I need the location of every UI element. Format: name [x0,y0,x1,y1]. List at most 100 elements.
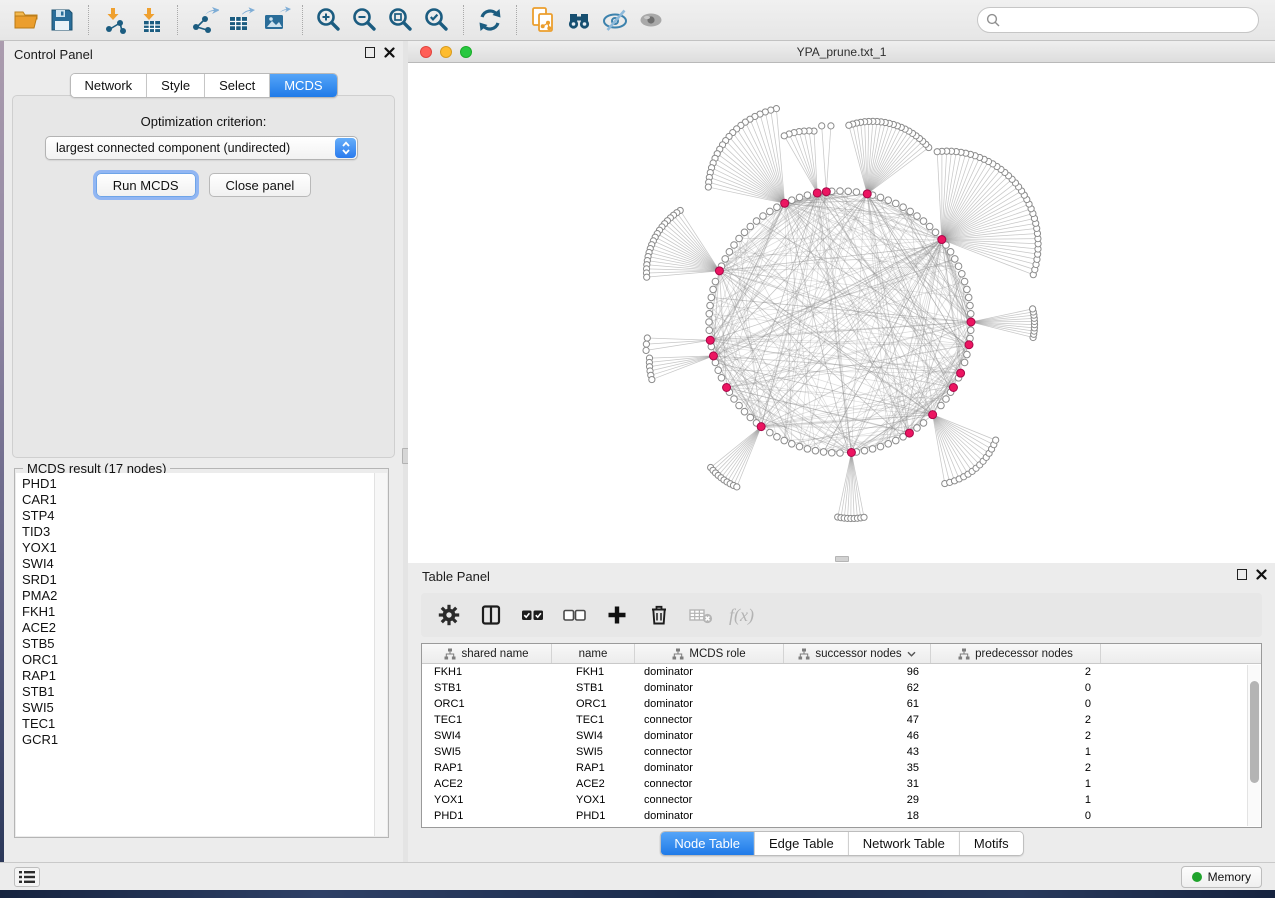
column-header-MCDS-role[interactable]: MCDS role [635,644,784,663]
toolbar-separator [516,5,517,35]
cell-predecessor-nodes: 2 [931,728,1101,744]
table-row-ACE2[interactable]: ACE2ACE2connector311 [422,776,1261,792]
optimization-criterion-select[interactable]: largest connected component (undirected) [45,136,358,160]
export-image-icon[interactable] [258,3,294,37]
deselect-all-icon[interactable] [561,601,589,629]
zoom-in-icon[interactable] [311,3,347,37]
table-row-RAP1[interactable]: RAP1RAP1dominator352 [422,760,1261,776]
cell-successor-nodes: 43 [784,744,931,760]
mcds-result-item[interactable]: GCR1 [22,732,374,748]
column-header-shared-name[interactable]: shared name [422,644,552,663]
window-close-icon[interactable] [420,46,432,58]
cell-name: FKH1 [552,664,635,680]
table-scrollbar-thumb[interactable] [1250,681,1259,783]
mcds-result-item[interactable]: STP4 [22,508,374,524]
run-mcds-button[interactable]: Run MCDS [96,173,196,197]
cell-successor-nodes: 18 [784,808,931,824]
cell-predecessor-nodes: 0 [931,680,1101,696]
table-scrollbar[interactable] [1247,665,1260,826]
open-file-icon[interactable] [8,3,44,37]
copy-network-icon[interactable] [525,3,561,37]
network-window-titlebar[interactable]: YPA_prune.txt_1 [408,41,1275,63]
mcds-result-item[interactable]: TEC1 [22,716,374,732]
network-graph[interactable] [408,63,1275,563]
float-icon[interactable] [365,47,375,58]
hide-selected-icon[interactable] [597,3,633,37]
tab-mcds[interactable]: MCDS [270,74,336,97]
table-row-TEC1[interactable]: TEC1TEC1connector472 [422,712,1261,728]
column-header-successor-nodes[interactable]: successor nodes [784,644,931,663]
tab-select[interactable]: Select [205,74,270,97]
close-icon[interactable] [384,47,395,58]
save-session-icon[interactable] [44,3,80,37]
import-network-icon[interactable] [97,3,133,37]
import-table-icon[interactable] [133,3,169,37]
tab-style[interactable]: Style [147,74,205,97]
cell-name: STB1 [552,680,635,696]
export-network-icon[interactable] [186,3,222,37]
close-panel-button[interactable]: Close panel [209,173,312,197]
mcds-result-item[interactable]: YOX1 [22,540,374,556]
toolbar-separator [177,5,178,35]
delete-row-icon[interactable] [645,601,673,629]
memory-button[interactable]: Memory [1181,866,1262,888]
cell-name: SWI4 [552,728,635,744]
add-row-icon[interactable] [603,601,631,629]
horizontal-splitter-grip-icon[interactable] [835,556,849,562]
zoom-selected-icon[interactable] [419,3,455,37]
mcds-result-list[interactable]: PHD1CAR1STP4TID3YOX1SWI4SRD1PMA2FKH1ACE2… [16,473,374,836]
mcds-result-item[interactable]: CAR1 [22,492,374,508]
window-maximize-icon[interactable] [460,46,472,58]
mcds-result-scrollbar[interactable] [374,473,387,836]
mcds-result-item[interactable]: PMA2 [22,588,374,604]
mcds-result-item[interactable]: SWI4 [22,556,374,572]
mcds-result-item[interactable]: STB5 [22,636,374,652]
table-row-STB1[interactable]: STB1STB1dominator620 [422,680,1261,696]
list-icon [19,871,35,883]
table-row-PHD1[interactable]: PHD1PHD1dominator180 [422,808,1261,824]
refresh-icon[interactable] [472,3,508,37]
column-header-name[interactable]: name [552,644,635,663]
mcds-result-item[interactable]: PHD1 [22,476,374,492]
network-canvas[interactable] [408,63,1275,563]
mcds-result-item[interactable]: SRD1 [22,572,374,588]
zoom-fit-icon[interactable] [383,3,419,37]
tab-edge-table[interactable]: Edge Table [755,832,849,855]
mcds-result-item[interactable]: ACE2 [22,620,374,636]
zoom-out-icon[interactable] [347,3,383,37]
tab-motifs[interactable]: Motifs [960,832,1023,855]
tab-node-table[interactable]: Node Table [660,832,755,855]
float-icon[interactable] [1237,569,1247,580]
table-row-SWI4[interactable]: SWI4SWI4dominator462 [422,728,1261,744]
function-builder-icon[interactable]: f(x) [729,601,754,629]
close-icon[interactable] [1256,569,1267,580]
export-table-icon[interactable] [222,3,258,37]
cell-predecessor-nodes: 2 [931,664,1101,680]
cell-MCDS-role: dominator [635,728,784,744]
table-row-ORC1[interactable]: ORC1ORC1dominator610 [422,696,1261,712]
mcds-result-item[interactable]: FKH1 [22,604,374,620]
tab-network[interactable]: Network [70,74,147,97]
first-neighbors-icon[interactable] [561,3,597,37]
mcds-result-item[interactable]: TID3 [22,524,374,540]
mcds-result-item[interactable]: STB1 [22,684,374,700]
window-minimize-icon[interactable] [440,46,452,58]
select-all-icon[interactable] [519,601,547,629]
table-options-gear-icon[interactable] [435,601,463,629]
table-row-YOX1[interactable]: YOX1YOX1connector291 [422,792,1261,808]
mcds-result-item[interactable]: ORC1 [22,652,374,668]
column-header-predecessor-nodes[interactable]: predecessor nodes [931,644,1101,663]
search-input[interactable] [977,7,1259,33]
cell-shared-name: ACE2 [422,776,552,792]
table-row-FKH1[interactable]: FKH1FKH1dominator962 [422,664,1261,680]
table-row-SWI5[interactable]: SWI5SWI5connector431 [422,744,1261,760]
mcds-result-item[interactable]: SWI5 [22,700,374,716]
mcds-result-item[interactable]: RAP1 [22,668,374,684]
delete-table-icon[interactable] [687,601,715,629]
show-all-icon[interactable] [633,3,669,37]
show-columns-icon[interactable] [477,601,505,629]
log-console-button[interactable] [14,867,40,887]
tab-network-table[interactable]: Network Table [849,832,960,855]
cell-predecessor-nodes: 0 [931,696,1101,712]
cell-shared-name: YOX1 [422,792,552,808]
